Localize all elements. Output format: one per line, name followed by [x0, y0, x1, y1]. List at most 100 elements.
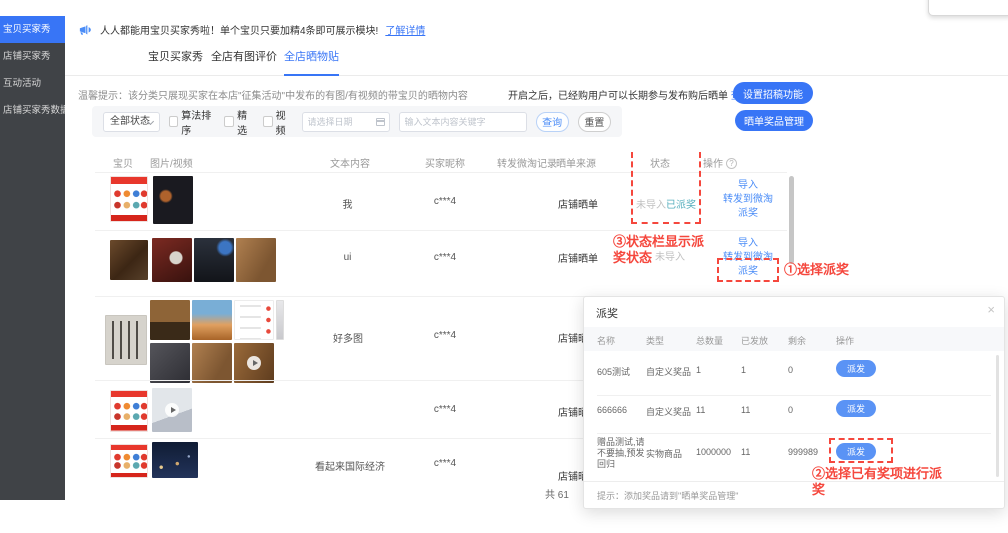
sort-checkbox[interactable]: 算法排序 [169, 107, 216, 137]
prize-remaining: 999989 [788, 447, 818, 457]
media-thumbnail[interactable] [152, 442, 198, 478]
media-thumbnail[interactable] [192, 343, 232, 383]
media-thumbnail[interactable] [236, 238, 276, 282]
import-link[interactable]: 导入 [713, 179, 783, 193]
media-thumbnail[interactable] [234, 300, 274, 340]
product-thumbnail[interactable] [110, 444, 148, 478]
tab-baobei-maijiaxiu[interactable]: 宝贝买家秀 [148, 42, 203, 76]
play-icon [165, 403, 179, 417]
annotation-step2: ②选择已有奖项进行派奖 [812, 466, 944, 499]
prize-manage-button[interactable]: 晒单奖品管理 [735, 110, 813, 131]
sidebar-item-maijiaxiu-shuju[interactable]: 店铺买家秀数据 [0, 97, 65, 124]
app-window: 宝贝买家秀 店铺买家秀 互动活动 店铺买家秀数据 人人都能用宝贝买家秀啦！单个宝… [0, 0, 1008, 533]
media-thumbnail[interactable] [150, 343, 190, 383]
calendar-icon [376, 118, 385, 126]
annotation-step3: ③状态栏显示派奖状态 [613, 234, 713, 267]
forward-weitao-link[interactable]: 转发到微淘 [713, 193, 783, 207]
media-thumbnail[interactable] [150, 300, 190, 340]
sidebar-item-hudong-huodong[interactable]: 互动活动 [0, 70, 65, 97]
modal-col-name: 名称 [597, 334, 615, 347]
tab-quandian-shaiwutie[interactable]: 全店晒物贴 [284, 42, 339, 76]
col-header-ops: 操作? [703, 155, 737, 170]
prize-remaining: 0 [788, 405, 793, 415]
status-select-value: 全部状态 [110, 116, 150, 127]
ops-header-label: 操作 [703, 159, 723, 170]
search-button[interactable]: 查询 [536, 112, 569, 132]
media-thumbnail[interactable] [152, 388, 192, 432]
buyer-nick: c***4 [420, 330, 470, 341]
notice-detail-link[interactable]: 了解详情 [385, 22, 425, 37]
checkbox-icon[interactable] [169, 116, 179, 127]
row-text: 我 [325, 196, 370, 211]
question-circle-icon[interactable]: ? [726, 158, 737, 169]
modal-footer-tip: 提示：添加奖品请到"晒单奖品管理" [597, 489, 738, 502]
prize-total: 1 [696, 365, 701, 375]
reset-button[interactable]: 重置 [578, 112, 611, 132]
prize-name: 666666 [597, 405, 627, 415]
sidebar-item-dianpu-maijiaxiu[interactable]: 店铺买家秀 [0, 43, 65, 70]
import-link[interactable]: 导入 [713, 237, 783, 251]
sidebar-item-baobei-maijiaxiu[interactable]: 宝贝买家秀 [0, 16, 65, 43]
featured-checkbox-label: 精选 [237, 107, 254, 137]
dispatch-button[interactable]: 派发 [836, 360, 876, 377]
checkbox-icon[interactable] [263, 116, 273, 127]
product-thumbnail[interactable] [110, 390, 148, 432]
scrollbar-thumb[interactable] [789, 176, 794, 264]
modal-col-action: 操作 [836, 334, 854, 347]
status-select[interactable]: 全部状态 [103, 112, 160, 132]
prize-name: 605测试 [597, 365, 630, 378]
dispatch-button[interactable]: 派发 [836, 400, 876, 417]
product-thumbnail[interactable] [110, 176, 148, 222]
media-thumbnail[interactable] [194, 238, 234, 282]
prize-total: 1000000 [696, 447, 731, 457]
tab-bar: 宝贝买家秀 全店有图评价 全店晒物贴 [65, 42, 1008, 76]
modal-scrollbar[interactable] [996, 355, 999, 477]
total-count: 共 61 [545, 486, 569, 501]
product-thumbnail[interactable] [105, 315, 147, 365]
modal-col-type: 类型 [646, 334, 664, 347]
prize-type: 自定义奖品 [646, 365, 691, 378]
row-text: 好多图 [318, 330, 378, 345]
featured-checkbox[interactable]: 精选 [224, 107, 254, 137]
annotation-box-status-column [631, 152, 701, 224]
prize-total: 11 [696, 405, 705, 415]
col-header-media: 图片/视频 [150, 155, 193, 170]
media-thumbnail[interactable] [153, 176, 193, 224]
row-text: 看起来国际经济 [310, 458, 390, 473]
source: 店铺晒单 [552, 250, 604, 265]
video-checkbox-label: 视频 [276, 107, 293, 137]
filter-bar: 全部状态 算法排序 精选 视频 查询 重置 [92, 106, 622, 137]
setup-solicit-button[interactable]: 设置招稿功能 [733, 82, 813, 104]
tab-quandian-youtu[interactable]: 全店有图评价 [211, 42, 277, 76]
row-operations: 导入 转发到微淘 派奖 [713, 179, 783, 221]
prize-issued: 11 [741, 405, 750, 415]
media-thumbnail[interactable] [192, 300, 232, 340]
media-thumbnail[interactable] [276, 300, 284, 340]
source: 店铺晒单 [552, 196, 604, 211]
keyword-input[interactable] [399, 112, 527, 132]
sort-checkbox-label: 算法排序 [181, 107, 215, 137]
notice-bar: 人人都能用宝贝买家秀啦！单个宝贝只要加精4条即可展示模块!了解详情 [78, 18, 425, 40]
video-checkbox[interactable]: 视频 [263, 107, 293, 137]
buyer-nick: c***4 [420, 196, 470, 207]
tip-text: 温馨提示：该分类只展现买家在本店"征集活动"中发布的有图/有视频的带宝贝的晒物内… [78, 87, 468, 102]
modal-title: 派奖 [596, 305, 618, 321]
media-thumbnail[interactable] [152, 238, 192, 282]
prize-name: 赠品测试,请不要抽,预发回归 [597, 437, 647, 470]
checkbox-icon[interactable] [224, 116, 234, 127]
modal-col-total: 总数量 [696, 334, 723, 347]
browser-popup-fragment [928, 0, 1008, 16]
media-thumbnail[interactable] [234, 343, 274, 383]
prize-issued: 11 [741, 447, 750, 457]
modal-col-remaining: 剩余 [788, 334, 806, 347]
play-icon [247, 356, 261, 370]
close-icon[interactable]: × [987, 302, 995, 317]
award-link[interactable]: 派奖 [713, 207, 783, 221]
buyer-nick: c***4 [420, 458, 470, 469]
product-thumbnail[interactable] [110, 240, 148, 280]
prize-issued: 1 [741, 365, 746, 375]
annotation-box-award-link [717, 258, 779, 282]
col-header-nick: 买家昵称 [425, 155, 465, 170]
annotation-step1: ①选择派奖 [784, 262, 874, 278]
modal-row-divider [597, 395, 991, 396]
